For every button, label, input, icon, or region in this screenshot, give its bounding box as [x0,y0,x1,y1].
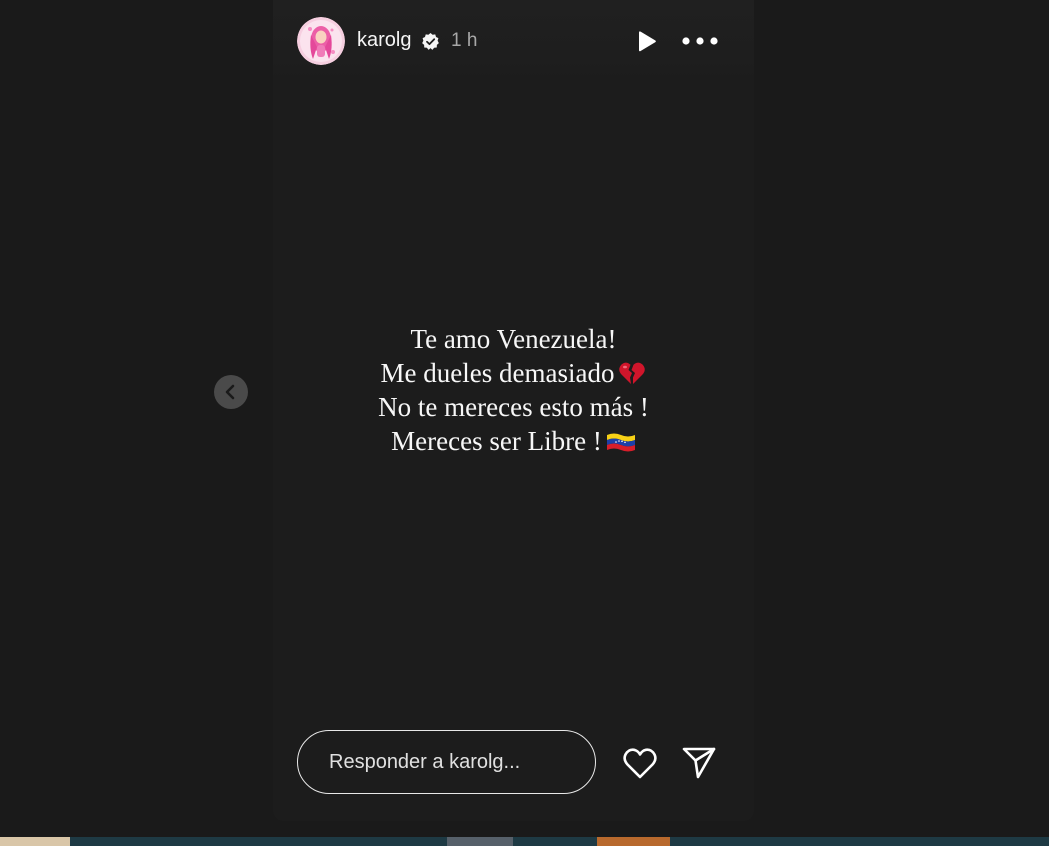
venezuela-flag-icon [606,433,635,452]
story-text-line: Te amo Venezuela! [410,324,617,354]
taskbar-strip [0,837,1049,846]
reply-input[interactable] [297,730,596,794]
like-button[interactable] [621,745,659,781]
story-text-line: No te mereces esto más ! [378,392,649,422]
more-options-icon [682,37,718,45]
share-button[interactable] [681,745,717,781]
previous-story-button[interactable] [214,375,248,409]
story-text-line-with-emoji: Mereces ser Libre ! [273,424,754,458]
play-icon [639,31,656,52]
username[interactable]: karolg [357,29,411,52]
send-icon [682,747,716,779]
taskbar-thumbnail [0,837,70,846]
play-button[interactable] [631,27,661,57]
heart-icon [623,748,657,779]
story-text-line-with-emoji: Me dueles demasiado [273,356,754,390]
post-time: 1 h [451,30,478,51]
taskbar-thumbnail [447,837,513,846]
story-viewer: karolg 1 h Te amo Venezuela! Me dueles d… [0,0,1049,846]
verified-badge-icon [422,32,439,50]
taskbar-thumbnail [597,837,670,846]
avatar[interactable] [297,17,345,65]
chevron-left-icon [225,384,235,400]
more-options-button[interactable] [681,27,719,55]
story-text-line: Me dueles demasiado [380,358,615,388]
avatar-image [297,17,345,65]
broken-heart-icon [619,362,646,384]
story-header: karolg 1 h [273,0,754,82]
story-text: Te amo Venezuela! Me dueles demasiado No… [273,322,754,458]
story-card: karolg 1 h Te amo Venezuela! Me dueles d… [273,0,754,821]
story-text-line: Mereces ser Libre ! [391,426,602,456]
